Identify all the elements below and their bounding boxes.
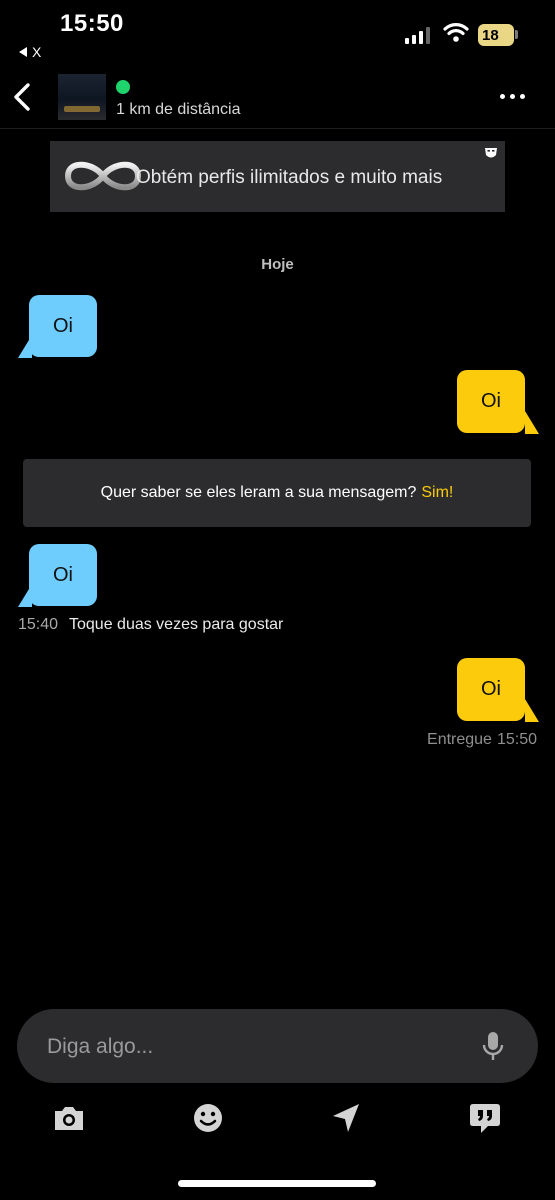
message-outgoing[interactable]: Oi [457,658,539,722]
online-status-dot [116,80,130,94]
header-divider [0,128,555,129]
wifi-icon [443,23,469,42]
bubble-tail [18,584,32,607]
back-app-label: X [32,44,42,60]
promo-text: Obtém perfis ilimitados e muito mais [136,167,443,188]
message-bubble[interactable]: Oi [29,295,97,357]
message-bubble[interactable]: Oi [457,658,525,721]
back-triangle-icon [19,47,27,57]
infinity-icon [64,161,142,191]
smiley-icon[interactable] [191,1102,225,1134]
bubble-tail [525,699,539,722]
cellular-signal-icon [405,24,430,44]
message-bubble[interactable]: Oi [457,370,525,433]
bubble-tail [525,411,539,434]
delivered-time: 15:50 [496,731,537,748]
read-receipt-prompt: Quer saber se eles leram a sua mensagem? [100,484,417,501]
quote-bubble-icon[interactable] [468,1102,502,1134]
double-tap-hint: Toque duas vezes para gostar [69,616,284,633]
message-bubble[interactable]: Oi [29,544,97,606]
bubble-tail [18,335,32,358]
message-text: Oi [481,390,501,412]
delivery-status: Entregue 15:50 [427,731,537,749]
message-incoming[interactable]: Oi [18,544,98,607]
profile-avatar[interactable] [58,74,106,120]
status-time: 15:50 [60,10,124,37]
message-timestamp: 15:40 [18,616,59,633]
message-outgoing[interactable]: Oi [457,370,539,434]
battery-tip [515,30,518,39]
back-to-app-link[interactable]: X [18,44,41,60]
profile-distance[interactable]: 1 km de distância [116,101,241,119]
upgrade-promo-banner[interactable]: Obtém perfis ilimitados e muito mais [50,141,505,212]
read-receipt-cta[interactable]: Sim! [421,484,453,502]
battery-indicator: 18 [478,24,514,46]
camera-icon[interactable] [52,1102,86,1134]
home-indicator[interactable] [178,1180,376,1187]
read-receipt-upsell[interactable]: Quer saber se eles leram a sua mensagem?… [23,459,531,527]
message-text: Oi [481,678,501,700]
location-arrow-icon[interactable] [329,1102,363,1134]
date-divider: Hoje [261,256,294,273]
microphone-icon[interactable] [482,1031,504,1063]
message-input[interactable] [45,1009,469,1085]
more-options-icon[interactable] [500,94,525,99]
back-chevron-icon[interactable] [10,82,36,112]
mask-logo-icon [485,148,497,158]
message-composer[interactable] [17,1009,538,1085]
message-text: Oi [53,563,73,586]
delivered-label: Entregue [427,731,492,748]
message-text: Oi [53,314,73,337]
message-incoming[interactable]: Oi [18,295,98,358]
